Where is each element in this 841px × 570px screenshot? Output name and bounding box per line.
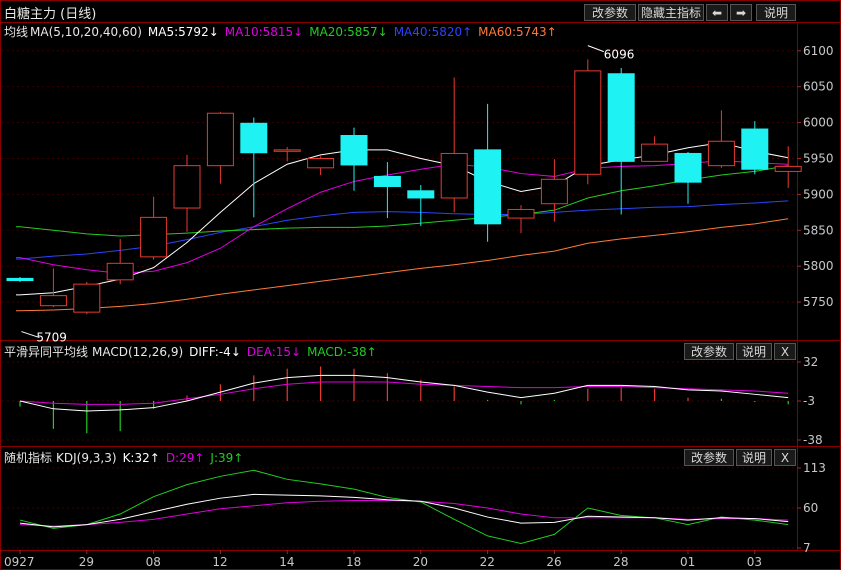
macd-legend-params: MACD(12,26,9) <box>92 345 184 359</box>
candle-down <box>407 190 435 199</box>
date-label: 18 <box>346 555 361 569</box>
macd-help-button[interactable]: 说明 <box>736 343 772 360</box>
candle-down <box>741 128 769 170</box>
candle-up <box>641 143 669 162</box>
macd-close-icon[interactable]: X <box>774 343 796 360</box>
price-tick-label: 5900 <box>803 187 834 201</box>
price-tick-label: 5950 <box>803 151 834 165</box>
ma-legend: 均线 MA(5,10,20,40,60) MA5:5792↓ MA10:5815↓ MA… <box>4 23 563 40</box>
arrow-right-icon[interactable]: ➡ <box>730 4 752 21</box>
d-value: D:29↑ <box>165 451 205 465</box>
candle-up <box>173 165 201 209</box>
candle-down <box>240 122 268 154</box>
ma20-line <box>16 165 789 237</box>
candle-up <box>307 157 335 169</box>
macd-legend-name: 平滑异同平均线 <box>4 345 89 359</box>
params-button[interactable]: 改参数 <box>584 4 636 21</box>
candle-up <box>440 152 468 199</box>
candle-down <box>340 135 368 166</box>
price-tick-label: 5750 <box>803 295 834 309</box>
ma10-line <box>16 160 789 274</box>
candle-up <box>540 178 568 205</box>
kdj-close-icon[interactable]: X <box>774 449 796 466</box>
candle-down <box>674 152 702 183</box>
date-label: 14 <box>279 555 294 569</box>
candle-up <box>507 208 535 219</box>
macd-tick-label: 32 <box>803 355 818 369</box>
arrow-left-icon[interactable]: ⬅ <box>706 4 728 21</box>
date-label: 0927 <box>4 555 35 569</box>
candle-up <box>206 112 234 167</box>
ma40-value: MA40:5820↑ <box>393 25 473 39</box>
date-label: 29 <box>79 555 94 569</box>
outer-frame <box>0 0 841 570</box>
candle-up <box>73 283 101 313</box>
dif-value: DIFF:-4↓ <box>189 345 241 359</box>
date-label: 20 <box>413 555 428 569</box>
kdj-params-button[interactable]: 改参数 <box>684 449 734 466</box>
ma20-value: MA20:5857↓ <box>309 25 388 39</box>
candle-up <box>774 165 802 172</box>
macd-params-button[interactable]: 改参数 <box>684 343 734 360</box>
hide-indicator-button[interactable]: 隐藏主指标 <box>638 4 704 21</box>
candle-down <box>6 277 34 282</box>
price-tick-label: 6000 <box>803 116 834 130</box>
price-tick-label: 6050 <box>803 80 834 94</box>
help-button[interactable]: 说明 <box>756 4 796 21</box>
macd-tick-label: -3 <box>803 394 815 408</box>
chart-window: 6100 6050 6000 5950 5900 5850 5800 5750 5709 6096… <box>0 0 841 570</box>
candle-down <box>607 73 635 162</box>
kdj-tick-label: 113 <box>803 461 826 475</box>
high-annotation: 6096 <box>604 48 635 62</box>
d-line <box>19 499 789 527</box>
j-value: J:39↑ <box>210 451 244 465</box>
chart-title: 白糖主力 (日线) <box>4 7 97 22</box>
candle-up <box>106 262 134 281</box>
chart-canvas: 6100605060005950590058505800575057096096… <box>0 0 841 570</box>
price-tick-label: 5800 <box>803 259 834 273</box>
ma60-value: MA60:5743↑ <box>478 25 557 39</box>
macd-tick-label: -38 <box>803 433 823 447</box>
candle-up <box>140 216 168 258</box>
price-tick-label: 6100 <box>803 44 834 58</box>
candle-up <box>707 140 735 167</box>
candle-up <box>273 149 301 152</box>
dea-value: DEA:15↓ <box>246 345 302 359</box>
k-value: K:32↑ <box>122 451 160 465</box>
date-label: 08 <box>146 555 161 569</box>
candle-up <box>39 295 67 307</box>
kdj-legend: 随机指标 KDJ(9,3,3) K:32↑ D:29↑ J:39↑ <box>4 449 249 466</box>
dif-line <box>19 374 789 412</box>
kdj-legend-params: KDJ(9,3,3) <box>56 451 117 465</box>
date-label: 12 <box>212 555 227 569</box>
kdj-legend-name: 随机指标 <box>4 451 53 465</box>
macd-value: MACD:-38↑ <box>307 345 377 359</box>
candle-down <box>373 175 401 187</box>
date-label: 01 <box>680 555 695 569</box>
kdj-tick-label: 7 <box>803 541 811 555</box>
kdj-tick-label: 60 <box>803 501 818 515</box>
j-line <box>19 469 789 544</box>
candle-up <box>574 70 602 175</box>
date-label: 22 <box>480 555 495 569</box>
price-tick-label: 5850 <box>803 223 834 237</box>
macd-legend: 平滑异同平均线 MACD(12,26,9) DIFF:-4↓ DEA:15↓ MACD:… <box>4 343 383 360</box>
candle-down <box>474 149 502 225</box>
ma10-value: MA10:5815↓ <box>224 25 304 39</box>
date-label: 26 <box>546 555 561 569</box>
kdj-help-button[interactable]: 说明 <box>736 449 772 466</box>
ma-legend-params: MA(5,10,20,40,60) <box>30 25 142 39</box>
ma-legend-name: 均线 <box>4 25 29 39</box>
date-label: 28 <box>613 555 628 569</box>
ma5-value: MA5:5792↓ <box>147 25 219 39</box>
date-label: 03 <box>747 555 762 569</box>
high-annotation-line <box>587 45 604 53</box>
